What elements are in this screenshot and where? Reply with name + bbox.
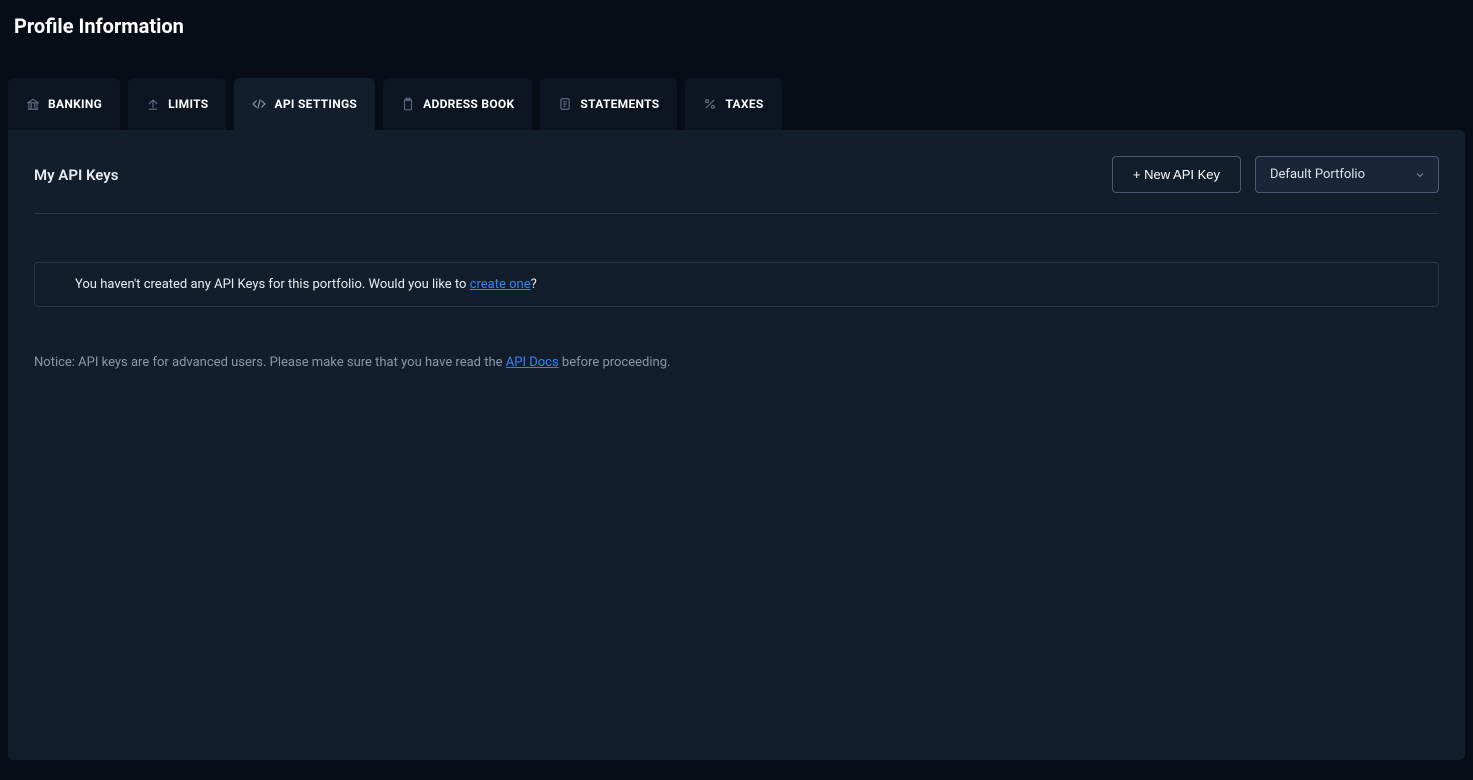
footer-notice-prefix: Notice: API keys are for advanced users.… [34,355,506,370]
tab-label: LIMITS [168,97,208,111]
bank-icon [26,97,40,111]
portfolio-select[interactable]: Default Portfolio [1255,156,1439,193]
upload-icon [146,97,160,111]
chevron-down-icon [1414,169,1426,181]
document-icon [558,97,572,111]
new-api-key-button[interactable]: + New API Key [1112,156,1241,193]
portfolio-select-value: Default Portfolio [1270,167,1365,182]
tab-label: STATEMENTS [580,97,659,111]
header-controls: + New API Key Default Portfolio [1112,156,1439,193]
footer-notice-suffix: before proceeding. [559,355,671,370]
footer-notice: Notice: API keys are for advanced users.… [34,355,1439,370]
create-one-link[interactable]: create one [470,277,531,292]
clipboard-icon [401,97,415,111]
tab-limits[interactable]: LIMITS [128,78,226,130]
tab-taxes[interactable]: TAXES [685,78,781,130]
tab-address-book[interactable]: ADDRESS BOOK [383,78,532,130]
empty-api-keys-notice: You haven't created any API Keys for thi… [34,262,1439,307]
tab-label: BANKING [48,97,102,111]
tab-banking[interactable]: BANKING [8,78,120,130]
tabs-row: BANKING LIMITS API SETTINGS ADDRESS BOOK… [0,38,1473,130]
api-docs-link[interactable]: API Docs [506,355,559,370]
tab-api-settings[interactable]: API SETTINGS [234,78,375,130]
tab-statements[interactable]: STATEMENTS [540,78,677,130]
empty-notice-prefix: You haven't created any API Keys for thi… [75,277,470,292]
tab-label: API SETTINGS [274,97,357,111]
content-header: My API Keys + New API Key Default Portfo… [34,156,1439,214]
tab-label: TAXES [725,97,763,111]
tab-label: ADDRESS BOOK [423,97,514,111]
code-icon [252,97,266,111]
content-panel: My API Keys + New API Key Default Portfo… [8,130,1465,760]
page-title: Profile Information [0,0,1473,38]
section-title: My API Keys [34,166,118,184]
empty-notice-suffix: ? [531,277,537,292]
percent-icon [703,97,717,111]
